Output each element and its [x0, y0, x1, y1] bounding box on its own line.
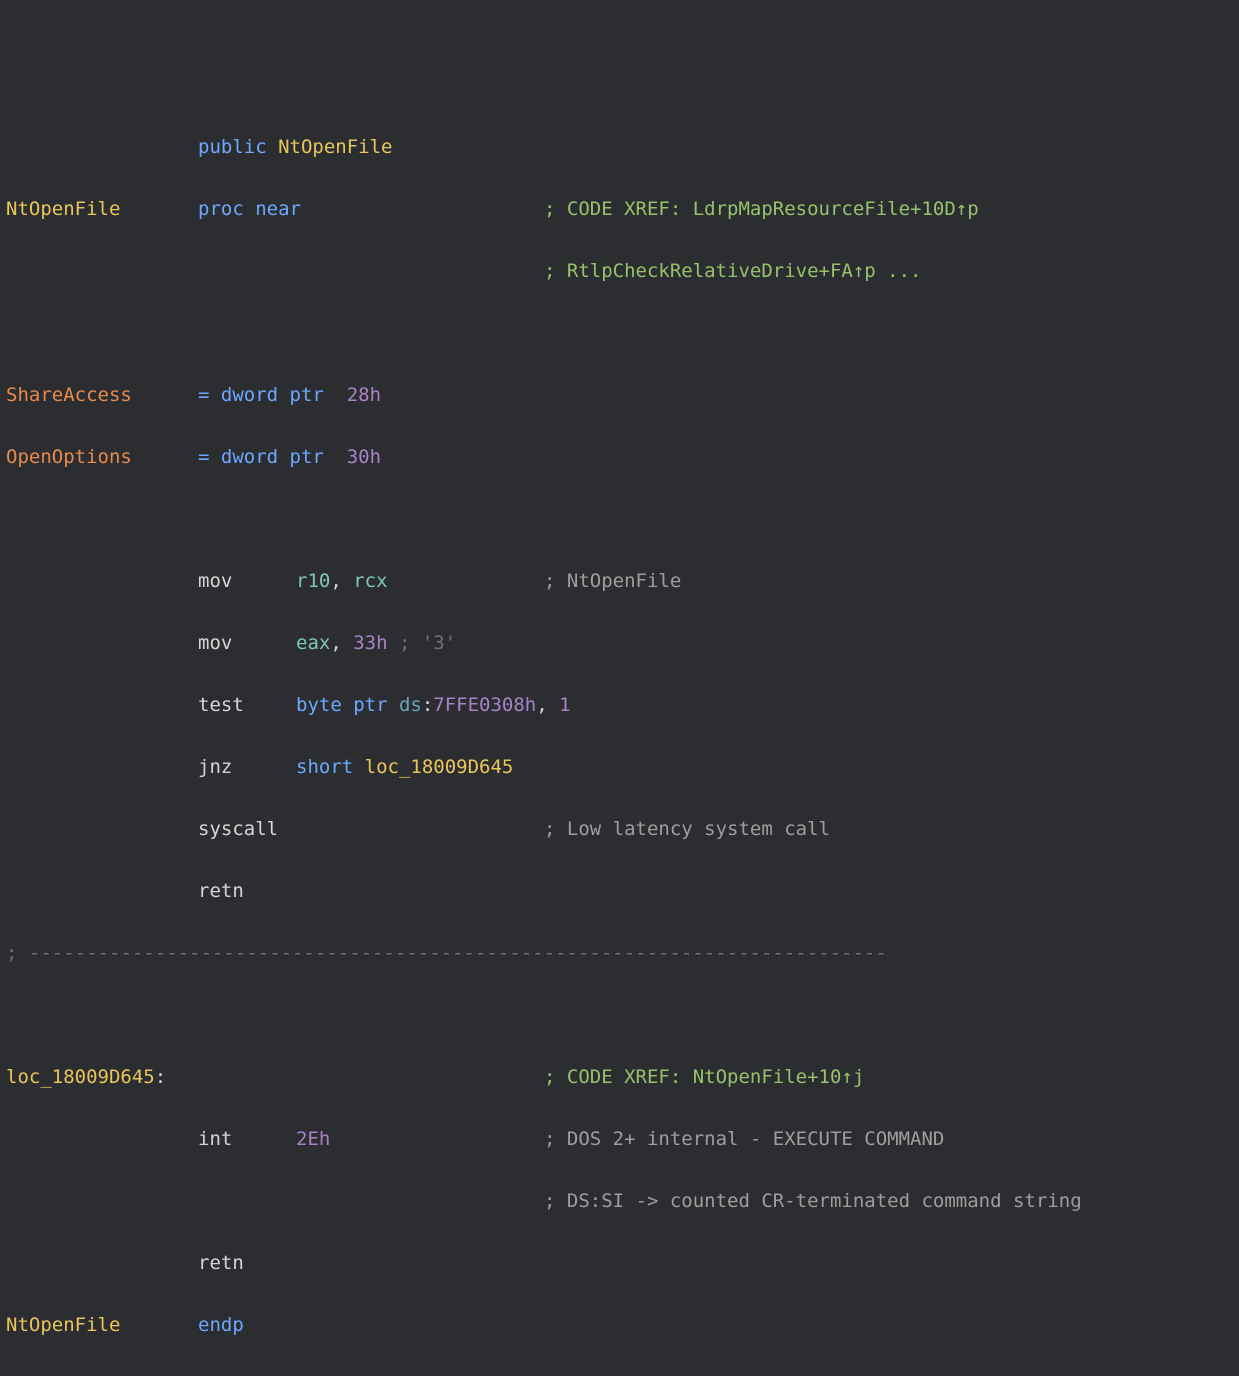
- target-loc[interactable]: loc_18009D645: [365, 756, 514, 778]
- mnem-mov-2: mov: [198, 632, 232, 654]
- blank-4: [6, 1372, 1231, 1376]
- seg-ds: ds: [399, 694, 422, 716]
- comment-ntopenfile: ; NtOpenFile: [544, 566, 681, 597]
- line-mov-r10: mov r10, rcx ; NtOpenFile: [6, 566, 1231, 597]
- num-30h: 30h: [347, 446, 381, 468]
- reg-eax: eax: [296, 632, 330, 654]
- comment-int-2: ; DS:SI -> counted CR-terminated command…: [544, 1186, 1082, 1217]
- mnem-mov-1: mov: [198, 570, 232, 592]
- var-openoptions[interactable]: OpenOptions: [6, 446, 132, 468]
- sym-ntopenfile[interactable]: NtOpenFile: [278, 136, 392, 158]
- kw-proc-near: proc near: [198, 198, 301, 220]
- char-literal: ; '3': [388, 632, 457, 654]
- imm-1: 1: [559, 694, 570, 716]
- mnem-int: int: [198, 1128, 232, 1150]
- line-openoptions: OpenOptions = dword ptr 30h: [6, 442, 1231, 473]
- addr-7ffe0308h[interactable]: 7FFE0308h: [433, 694, 536, 716]
- mnem-syscall: syscall: [198, 818, 278, 840]
- blank-2: [6, 504, 1231, 535]
- line-mov-eax: mov eax, 33h ; '3': [6, 628, 1231, 659]
- line-shareaccess: ShareAccess = dword ptr 28h: [6, 380, 1231, 411]
- kw-dword-ptr-1: = dword ptr: [198, 384, 347, 406]
- sep-3: ,: [536, 694, 559, 716]
- mnem-retn-1: retn: [198, 880, 244, 902]
- label-loc[interactable]: loc_18009D645: [6, 1066, 155, 1088]
- line-test: test byte ptr ds:7FFE0308h, 1: [6, 690, 1231, 721]
- comment-xref-2: ; RtlpCheckRelativeDrive+FA↑p ...: [544, 256, 922, 287]
- reg-rcx: rcx: [353, 570, 387, 592]
- colon-label: :: [155, 1066, 166, 1088]
- mnem-jnz: jnz: [198, 756, 232, 778]
- kw-dword-ptr-2: = dword ptr: [198, 446, 347, 468]
- mnem-retn-2: retn: [198, 1252, 244, 1274]
- comment-int-1: ; DOS 2+ internal - EXECUTE COMMAND: [544, 1124, 944, 1155]
- label-ntopenfile-end[interactable]: NtOpenFile: [6, 1314, 120, 1336]
- num-28h: 28h: [347, 384, 381, 406]
- reg-r10: r10: [296, 570, 330, 592]
- kw-short: short: [296, 756, 365, 778]
- sep-1: ,: [330, 570, 353, 592]
- line-loc-label: loc_18009D645: ; CODE XREF: NtOpenFile+10…: [6, 1062, 1231, 1093]
- line-retn-1: retn: [6, 876, 1231, 907]
- line-xref-cont: ; RtlpCheckRelativeDrive+FA↑p ...: [6, 256, 1231, 287]
- line-int-cont: ; DS:SI -> counted CR-terminated command…: [6, 1186, 1231, 1217]
- line-public: public NtOpenFile: [6, 132, 1231, 163]
- line-syscall: syscall ; Low latency system call: [6, 814, 1231, 845]
- comment-syscall: ; Low latency system call: [544, 814, 830, 845]
- var-shareaccess[interactable]: ShareAccess: [6, 384, 132, 406]
- sep-2: ,: [330, 632, 353, 654]
- line-int: int 2Eh ; DOS 2+ internal - EXECUTE COMMAN…: [6, 1124, 1231, 1155]
- blank-1: [6, 318, 1231, 349]
- kw-byte-ptr: byte ptr: [296, 694, 399, 716]
- comment-xref-3: ; CODE XREF: NtOpenFile+10↑j: [544, 1062, 864, 1093]
- num-2eh: 2Eh: [296, 1128, 330, 1150]
- kw-endp: endp: [198, 1314, 244, 1336]
- line-endp: NtOpenFile endp: [6, 1310, 1231, 1341]
- line-jnz: jnz short loc_18009D645: [6, 752, 1231, 783]
- mnem-test: test: [198, 694, 244, 716]
- divider: ; --------------------------------------…: [6, 938, 1231, 969]
- comment-xref-1: ; CODE XREF: LdrpMapResourceFile+10D↑p: [544, 194, 979, 225]
- line-retn-2: retn: [6, 1248, 1231, 1279]
- kw-public: public: [198, 136, 267, 158]
- colon-seg: :: [422, 694, 433, 716]
- line-proc: NtOpenFile proc near ; CODE XREF: LdrpMapR…: [6, 194, 1231, 225]
- label-ntopenfile[interactable]: NtOpenFile: [6, 198, 120, 220]
- blank-3: [6, 1000, 1231, 1031]
- num-33h: 33h: [353, 632, 387, 654]
